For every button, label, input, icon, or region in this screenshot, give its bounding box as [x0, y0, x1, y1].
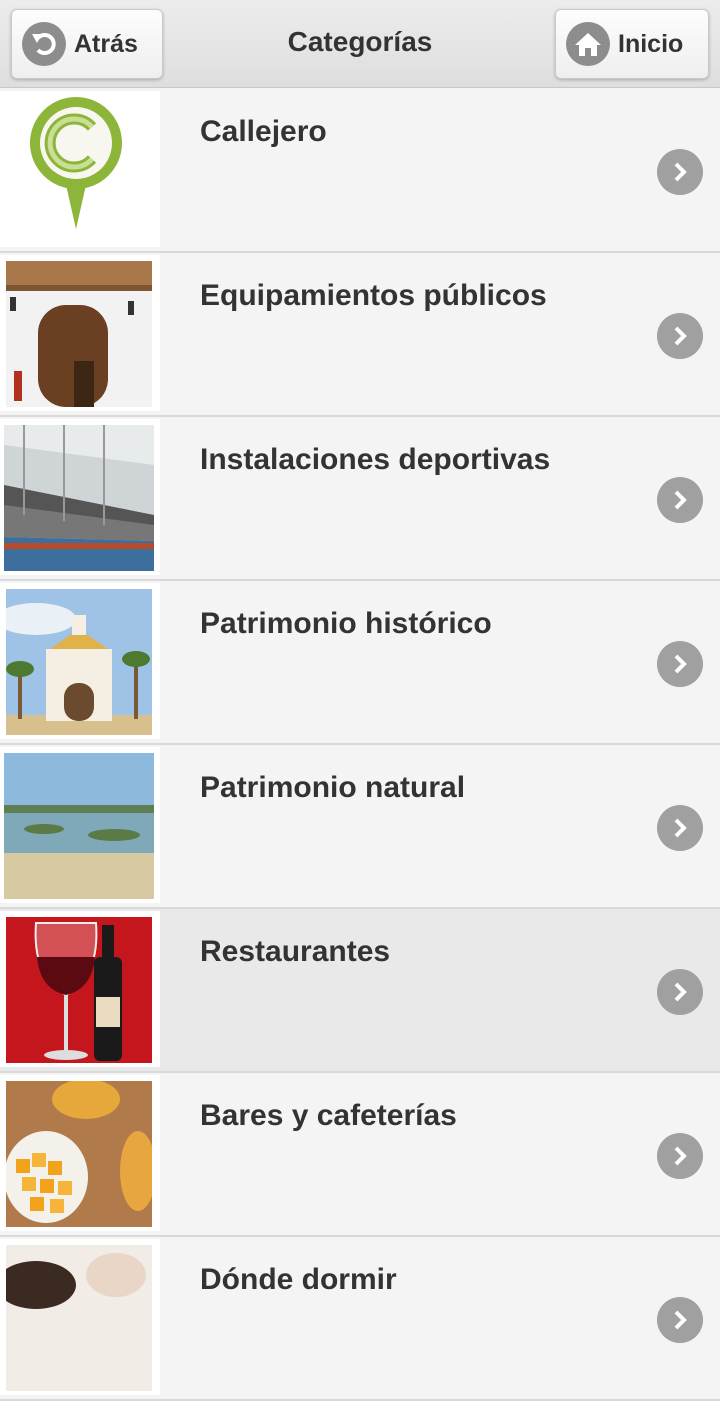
list-item-label: Bares y cafeterías — [200, 1099, 457, 1132]
bed-photo — [0, 1239, 160, 1395]
list-item-callejero[interactable]: Callejero — [0, 89, 720, 253]
list-item-patrimonio-historico[interactable]: Patrimonio histórico — [0, 581, 720, 745]
home-icon — [566, 22, 610, 66]
list-item-bares-cafeterias[interactable]: Bares y cafeterías — [0, 1073, 720, 1237]
back-button-label: Atrás — [74, 29, 138, 58]
beer-cheese-photo — [0, 1075, 160, 1231]
chevron-right-icon — [657, 969, 703, 1015]
undo-arrow-icon — [22, 22, 66, 66]
marsh-landscape-photo — [0, 747, 160, 903]
home-button-label: Inicio — [618, 29, 684, 58]
list-item-label: Patrimonio natural — [200, 771, 466, 804]
category-list: Callejero Equipamientos públicos Instala… — [0, 89, 720, 1401]
home-button[interactable]: Inicio — [555, 9, 709, 79]
chevron-right-icon — [657, 1133, 703, 1179]
list-item-donde-dormir[interactable]: Dónde dormir — [0, 1237, 720, 1401]
list-item-label: Dónde dormir — [200, 1263, 397, 1296]
chevron-right-icon — [657, 805, 703, 851]
chevron-right-icon — [657, 1297, 703, 1343]
chevron-right-icon — [657, 477, 703, 523]
back-button[interactable]: Atrás — [11, 9, 163, 79]
sports-hall-photo — [0, 419, 160, 575]
chevron-right-icon — [657, 313, 703, 359]
list-item-label: Instalaciones deportivas — [200, 443, 551, 476]
list-item-restaurantes[interactable]: Restaurantes — [0, 909, 720, 1073]
list-item-label: Restaurantes — [200, 935, 391, 968]
list-item-label: Callejero — [200, 115, 327, 148]
building-door-photo — [0, 255, 160, 411]
wine-glass-photo — [0, 911, 160, 1067]
list-item-label: Equipamientos públicos — [200, 279, 547, 312]
chapel-photo — [0, 583, 160, 739]
list-item-label: Patrimonio histórico — [200, 607, 492, 640]
list-item-instalaciones-deportivas[interactable]: Instalaciones deportivas — [0, 417, 720, 581]
page-title: Categorías — [287, 26, 433, 57]
chevron-right-icon — [657, 641, 703, 687]
list-item-equipamientos[interactable]: Equipamientos públicos — [0, 253, 720, 417]
app-header: Atrás Categorías Inicio — [0, 0, 720, 88]
list-item-patrimonio-natural[interactable]: Patrimonio natural — [0, 745, 720, 909]
chevron-right-icon — [657, 149, 703, 195]
map-pin-c-icon — [0, 91, 160, 247]
